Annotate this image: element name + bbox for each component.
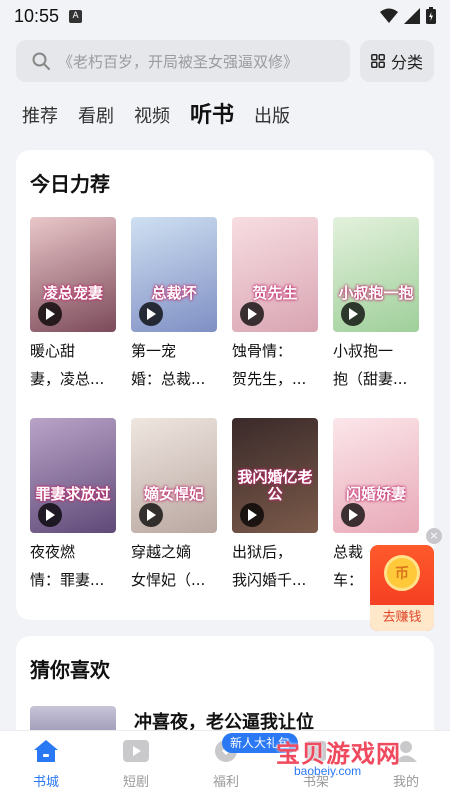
play-icon[interactable] — [341, 302, 365, 326]
coin-icon: 币 — [384, 555, 420, 591]
cover-title: 总裁坏 — [151, 284, 197, 302]
search-placeholder: 《老朽百岁，开局被圣女强逼双修》 — [58, 52, 299, 71]
book-cover: 凌总宠妻 — [30, 217, 116, 332]
cover-title: 贺先生 — [252, 284, 298, 302]
book-item[interactable]: 我闪婚亿老公 出狱后， 我闪婚千... — [232, 418, 320, 591]
section-title: 今日力荐 — [30, 172, 110, 196]
play-icon[interactable] — [38, 503, 62, 527]
book-title-line1: 出狱后， — [232, 543, 293, 561]
book-item[interactable]: 凌总宠妻 暖心甜 妻，凌总... — [30, 217, 118, 390]
book-item[interactable]: 罪妻求放过 夜夜燃 情：罪妻... — [30, 418, 118, 591]
book-item[interactable]: 贺先生 蚀骨情： 贺先生，... — [232, 217, 320, 390]
play-icon[interactable] — [341, 503, 365, 527]
book-item[interactable]: 小叔抱一抱 小叔抱一 抱（甜妻... — [333, 217, 421, 390]
nav-label: 书城 — [32, 775, 59, 790]
watermark: 宝贝游戏网 baobeiy.com — [276, 734, 446, 782]
book-cover: 闪婚娇妻 — [333, 418, 419, 533]
wifi-icon — [380, 8, 398, 23]
play-icon[interactable] — [139, 503, 163, 527]
book-title-line2: 贺先生，... — [232, 370, 307, 388]
home-icon — [34, 740, 58, 762]
status-icons — [380, 7, 436, 24]
play-icon[interactable] — [38, 302, 62, 326]
book-title-line2: 抱（甜妻... — [333, 370, 408, 388]
play-icon[interactable] — [240, 302, 264, 326]
play-icon — [123, 740, 149, 762]
book-cover: 小叔抱一抱 — [333, 217, 419, 332]
search-icon — [32, 52, 50, 70]
book-title-line1: 穿越之嫡 — [131, 543, 192, 561]
close-icon[interactable]: × — [426, 528, 442, 544]
book-title-line2: 女悍妃（... — [131, 571, 206, 589]
category-button[interactable]: 分类 — [360, 40, 434, 82]
nav-short-drama[interactable]: 短剧 — [106, 739, 166, 790]
book-title-line1: 夜夜燃 — [30, 543, 76, 561]
play-icon[interactable] — [240, 503, 264, 527]
tab-recommend[interactable]: 推荐 — [22, 102, 58, 134]
book-title-line1: 第一宠 — [131, 342, 177, 360]
book-title-line2: 情：罪妻... — [30, 571, 105, 589]
book-cover: 总裁坏 — [131, 217, 217, 332]
cover-title: 嫡女悍妃 — [143, 485, 204, 503]
tab-audiobook[interactable]: 听书 — [190, 97, 234, 134]
section-title: 猜你喜欢 — [30, 658, 110, 682]
grid-icon — [371, 54, 385, 68]
play-icon[interactable] — [139, 302, 163, 326]
tab-video[interactable]: 视频 — [134, 102, 170, 134]
status-time: 10:55 — [14, 5, 60, 26]
cover-title: 凌总宠妻 — [42, 284, 103, 302]
signal-icon — [404, 7, 420, 24]
status-bar: 10:55 A — [0, 0, 450, 32]
book-title-line1: 蚀骨情： — [232, 342, 293, 360]
search-input[interactable]: 《老朽百岁，开局被圣女强逼双修》 — [16, 40, 350, 82]
earn-money-label: 去赚钱 — [370, 605, 434, 631]
nav-label: 短剧 — [122, 775, 149, 790]
book-title-line1: 暖心甜 — [30, 342, 76, 360]
book-title-line2: 我闪婚千... — [232, 571, 307, 589]
tab-publish[interactable]: 出版 — [254, 102, 290, 134]
notification-icon: A — [69, 9, 83, 23]
top-tabs: 推荐 看剧 视频 听书 出版 — [22, 98, 290, 134]
nav-bookstore[interactable]: 书城 — [16, 739, 76, 790]
watermark-url: baobeiy.com — [294, 764, 362, 778]
book-title-line2: 婚：总裁... — [131, 370, 206, 388]
book-cover: 嫡女悍妃 — [131, 418, 217, 533]
cover-title: 小叔抱一抱 — [338, 284, 414, 302]
book-title-line2: 妻，凌总... — [30, 370, 105, 388]
earn-money-widget[interactable]: 币 去赚钱 — [370, 545, 434, 631]
cover-title: 我闪婚亿老公 — [237, 468, 313, 503]
book-item[interactable]: 总裁坏 第一宠 婚：总裁... — [131, 217, 219, 390]
nav-label: 福利 — [212, 775, 239, 790]
book-cover: 贺先生 — [232, 217, 318, 332]
book-cover: 罪妻求放过 — [30, 418, 116, 533]
book-item[interactable]: 嫡女悍妃 穿越之嫡 女悍妃（... — [131, 418, 219, 591]
book-cover: 我闪婚亿老公 — [232, 418, 318, 533]
battery-icon — [426, 7, 436, 24]
tab-drama[interactable]: 看剧 — [78, 102, 114, 134]
cover-title: 闪婚娇妻 — [345, 485, 406, 503]
category-label: 分类 — [390, 53, 423, 72]
book-title-line1: 小叔抱一 — [333, 342, 394, 360]
cover-title: 罪妻求放过 — [35, 485, 111, 503]
